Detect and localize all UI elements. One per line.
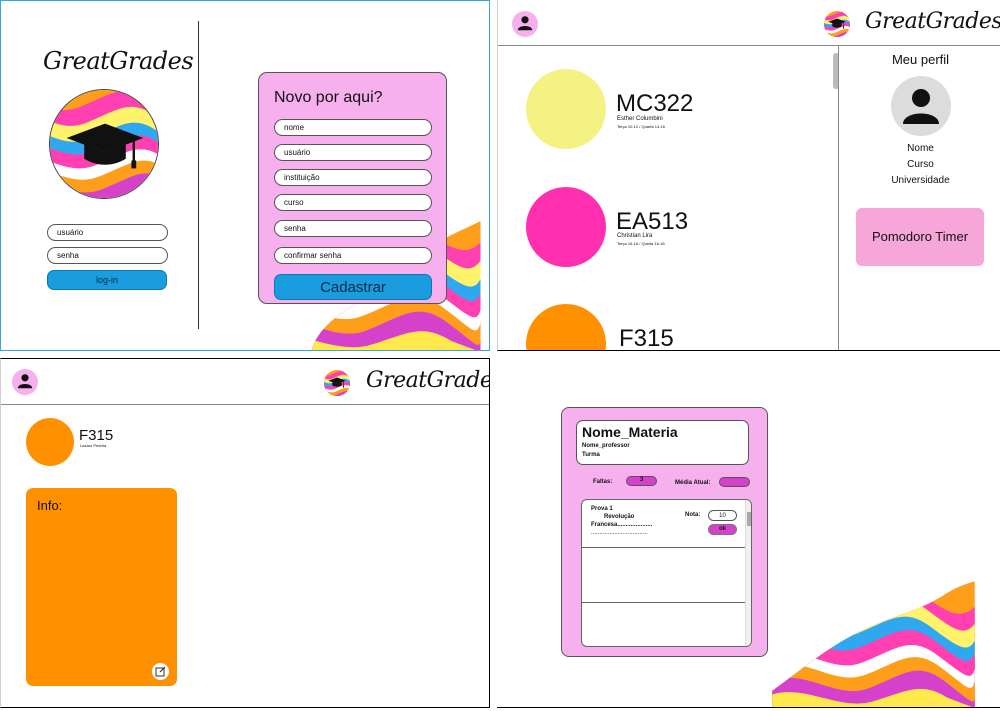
person-icon <box>903 89 939 124</box>
edit-info-button[interactable] <box>152 663 169 680</box>
signup-title: Novo por aqui? <box>274 89 383 106</box>
signup-button[interactable]: Cadastrar <box>274 274 432 300</box>
profile-university: Universidade <box>891 175 950 186</box>
login-username-input[interactable]: usuário <box>47 224 168 241</box>
grade-description: Revolução <box>604 514 635 520</box>
login-button[interactable]: log-in <box>47 270 167 290</box>
person-icon <box>17 374 33 389</box>
grade-list-scroll-thumb[interactable] <box>747 512 751 526</box>
course-color-circle <box>526 304 606 350</box>
login-screen: GreatGrades usuário senha log-in Novo po… <box>0 0 490 351</box>
subject-class: Turma <box>582 452 600 458</box>
course-detail-screen: GreatGrades F315 Lazaro Pedrha Info: <box>0 358 490 708</box>
grade-label: Nota: <box>685 512 701 518</box>
grade-description-cont: Francesa..................... <box>591 522 653 528</box>
subject-screen: Nome_Materia Nome_professor Turma Faltas… <box>497 358 1000 708</box>
profile-course: Curso <box>907 159 934 170</box>
subject-card: Nome_Materia Nome_professor Turma Faltas… <box>561 407 768 657</box>
signup-course-input[interactable]: curso <box>274 194 432 211</box>
grade-ok-button[interactable]: ok <box>708 524 737 535</box>
course-code: F315 <box>619 325 674 351</box>
app-logo: GreatGrades <box>43 47 194 75</box>
signup-card: Novo por aqui? nome usuário instituição … <box>258 72 447 304</box>
course-schedule: Terça 10-12 / Quarta 14-16 <box>617 124 666 129</box>
profile-title: Meu perfil <box>891 52 950 67</box>
absences-field[interactable]: 3 <box>626 476 657 486</box>
subject-name: Nome_Materia <box>582 424 678 440</box>
user-avatar-button[interactable] <box>12 369 38 395</box>
course-color-circle <box>526 187 606 267</box>
profile-sidebar: Meu perfil Nome Curso Universidade Pomod… <box>838 46 1000 350</box>
course-color-circle <box>526 69 606 149</box>
grade-description-dots: .................................. <box>591 530 648 536</box>
course-code: EA513 <box>616 208 689 235</box>
logo-badge <box>824 11 850 37</box>
subject-professor: Nome_professor <box>582 443 630 449</box>
grade-divider <box>582 602 745 603</box>
signup-confirm-password-input[interactable]: confirmar senha <box>274 247 432 264</box>
app-brand: GreatGrades <box>366 368 490 393</box>
person-icon <box>517 16 533 31</box>
grade-value-input[interactable]: 10 <box>708 510 737 521</box>
course-code: F315 <box>79 427 114 444</box>
course-schedule: Terça 16-18 / Quinta 16-18 <box>617 241 665 246</box>
absences-label: Faltas: <box>593 479 613 485</box>
course-professor: Christian Lira <box>617 233 653 239</box>
profile-name: Nome <box>907 143 934 154</box>
average-label: Média Atual: <box>675 480 711 486</box>
course-color-circle <box>26 418 74 466</box>
info-title: Info: <box>37 498 63 513</box>
subject-header: Nome_Materia Nome_professor Turma <box>576 420 749 465</box>
average-field[interactable] <box>719 477 750 487</box>
logo-badge <box>324 370 350 396</box>
grade-list: Prova 1 Revolução Francesa..............… <box>581 499 752 647</box>
login-password-input[interactable]: senha <box>47 247 168 264</box>
course-professor: Esther Columbini <box>617 116 663 122</box>
grade-divider <box>582 547 745 548</box>
profile-avatar <box>891 76 951 136</box>
signup-institution-input[interactable]: instituição <box>274 169 432 186</box>
grade-title: Prova 1 <box>591 506 613 512</box>
course-professor: Lazaro Pedrha <box>80 443 107 448</box>
app-brand: GreatGrades <box>865 9 1000 34</box>
edit-icon <box>155 666 166 677</box>
signup-name-input[interactable]: nome <box>274 119 432 136</box>
graduation-cap-badge <box>49 89 159 199</box>
pomodoro-timer-button[interactable]: Pomodoro Timer <box>856 208 984 266</box>
course-info-card: Info: <box>26 488 177 686</box>
top-bar: GreatGrades <box>1 359 489 405</box>
signup-username-input[interactable]: usuário <box>274 144 432 161</box>
signup-password-input[interactable]: senha <box>274 220 432 237</box>
top-bar: GreatGrades <box>498 0 1000 46</box>
dashboard-screen: GreatGrades MC322 Esther Columbini Terça… <box>497 0 1000 351</box>
wavy-background-art <box>772 578 975 707</box>
vertical-divider <box>198 21 199 329</box>
course-code: MC322 <box>616 90 694 117</box>
user-avatar-button[interactable] <box>512 11 538 37</box>
